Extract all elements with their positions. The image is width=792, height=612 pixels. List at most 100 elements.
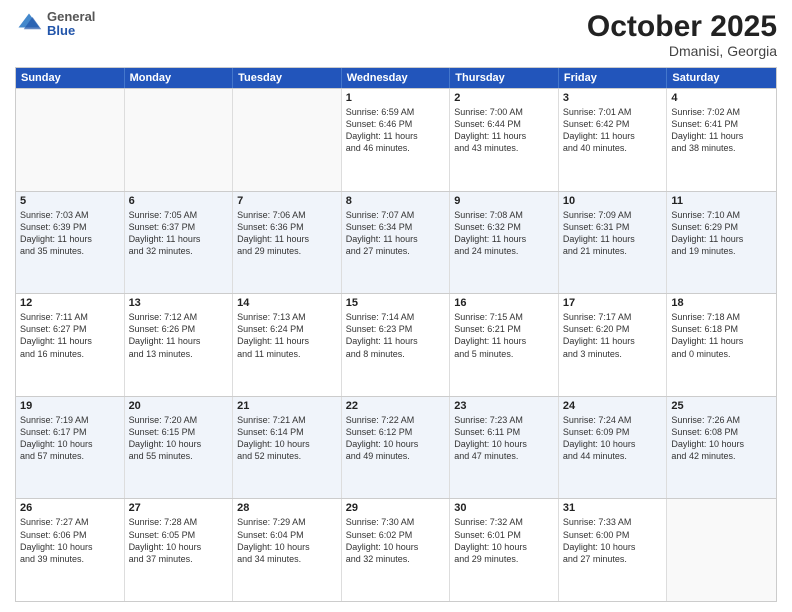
day-info: Sunrise: 7:23 AM Sunset: 6:11 PM Dayligh…	[454, 414, 554, 463]
day-number: 12	[20, 297, 120, 309]
calendar: SundayMondayTuesdayWednesdayThursdayFrid…	[15, 67, 777, 602]
logo: General Blue	[15, 10, 95, 39]
calendar-cell: 25 Sunrise: 7:26 AM Sunset: 6:08 PM Dayli…	[667, 397, 776, 499]
calendar-cell: 5 Sunrise: 7:03 AM Sunset: 6:39 PM Daylig…	[16, 192, 125, 294]
header-day-monday: Monday	[125, 68, 234, 88]
day-number: 25	[671, 400, 772, 412]
day-number: 2	[454, 92, 554, 104]
calendar-cell: 18 Sunrise: 7:18 AM Sunset: 6:18 PM Dayli…	[667, 294, 776, 396]
calendar-row-0: 1Sunrise: 6:59 AM Sunset: 6:46 PM Daylig…	[16, 88, 776, 191]
day-number: 27	[129, 502, 229, 514]
header-day-friday: Friday	[559, 68, 668, 88]
day-number: 31	[563, 502, 663, 514]
header-day-tuesday: Tuesday	[233, 68, 342, 88]
header-day-thursday: Thursday	[450, 68, 559, 88]
day-number: 15	[346, 297, 446, 309]
calendar-cell: 23 Sunrise: 7:23 AM Sunset: 6:11 PM Dayli…	[450, 397, 559, 499]
calendar-cell	[16, 89, 125, 191]
day-info: Sunrise: 7:03 AM Sunset: 6:39 PM Dayligh…	[20, 209, 120, 258]
day-info: Sunrise: 7:12 AM Sunset: 6:26 PM Dayligh…	[129, 311, 229, 360]
day-number: 6	[129, 195, 229, 207]
calendar-cell: 1Sunrise: 6:59 AM Sunset: 6:46 PM Daylig…	[342, 89, 451, 191]
logo-text: General Blue	[47, 10, 95, 39]
day-info: Sunrise: 7:27 AM Sunset: 6:06 PM Dayligh…	[20, 516, 120, 565]
day-number: 16	[454, 297, 554, 309]
day-number: 21	[237, 400, 337, 412]
day-info: Sunrise: 7:22 AM Sunset: 6:12 PM Dayligh…	[346, 414, 446, 463]
logo-general: General	[47, 10, 95, 24]
calendar-row-1: 5 Sunrise: 7:03 AM Sunset: 6:39 PM Daylig…	[16, 191, 776, 294]
location: Dmanisi, Georgia	[587, 43, 777, 59]
day-info: Sunrise: 7:20 AM Sunset: 6:15 PM Dayligh…	[129, 414, 229, 463]
calendar-cell: 28Sunrise: 7:29 AM Sunset: 6:04 PM Dayli…	[233, 499, 342, 601]
calendar-cell: 11Sunrise: 7:10 AM Sunset: 6:29 PM Dayli…	[667, 192, 776, 294]
calendar-header: SundayMondayTuesdayWednesdayThursdayFrid…	[16, 68, 776, 88]
calendar-row-4: 26 Sunrise: 7:27 AM Sunset: 6:06 PM Dayli…	[16, 498, 776, 601]
day-info: Sunrise: 7:14 AM Sunset: 6:23 PM Dayligh…	[346, 311, 446, 360]
calendar-cell: 21 Sunrise: 7:21 AM Sunset: 6:14 PM Dayli…	[233, 397, 342, 499]
day-number: 5	[20, 195, 120, 207]
day-number: 19	[20, 400, 120, 412]
day-number: 18	[671, 297, 772, 309]
day-number: 14	[237, 297, 337, 309]
day-info: Sunrise: 7:26 AM Sunset: 6:08 PM Dayligh…	[671, 414, 772, 463]
day-info: Sunrise: 7:33 AM Sunset: 6:00 PM Dayligh…	[563, 516, 663, 565]
day-info: Sunrise: 7:21 AM Sunset: 6:14 PM Dayligh…	[237, 414, 337, 463]
calendar-cell: 8 Sunrise: 7:07 AM Sunset: 6:34 PM Daylig…	[342, 192, 451, 294]
day-info: Sunrise: 7:02 AM Sunset: 6:41 PM Dayligh…	[671, 106, 772, 155]
day-number: 11	[671, 195, 772, 207]
day-number: 4	[671, 92, 772, 104]
page: General Blue October 2025 Dmanisi, Georg…	[0, 0, 792, 612]
calendar-cell: 14 Sunrise: 7:13 AM Sunset: 6:24 PM Dayli…	[233, 294, 342, 396]
day-number: 3	[563, 92, 663, 104]
day-info: Sunrise: 7:09 AM Sunset: 6:31 PM Dayligh…	[563, 209, 663, 258]
title-block: October 2025 Dmanisi, Georgia	[587, 10, 777, 59]
day-info: Sunrise: 7:15 AM Sunset: 6:21 PM Dayligh…	[454, 311, 554, 360]
calendar-cell	[667, 499, 776, 601]
calendar-cell: 13 Sunrise: 7:12 AM Sunset: 6:26 PM Dayli…	[125, 294, 234, 396]
calendar-cell	[125, 89, 234, 191]
month-title: October 2025	[587, 10, 777, 43]
day-info: Sunrise: 7:30 AM Sunset: 6:02 PM Dayligh…	[346, 516, 446, 565]
calendar-cell: 9Sunrise: 7:08 AM Sunset: 6:32 PM Daylig…	[450, 192, 559, 294]
calendar-cell: 31 Sunrise: 7:33 AM Sunset: 6:00 PM Dayli…	[559, 499, 668, 601]
calendar-cell: 20 Sunrise: 7:20 AM Sunset: 6:15 PM Dayli…	[125, 397, 234, 499]
day-number: 8	[346, 195, 446, 207]
day-number: 29	[346, 502, 446, 514]
day-info: Sunrise: 7:32 AM Sunset: 6:01 PM Dayligh…	[454, 516, 554, 565]
day-number: 22	[346, 400, 446, 412]
day-number: 24	[563, 400, 663, 412]
logo-icon	[15, 10, 43, 38]
calendar-cell: 6 Sunrise: 7:05 AM Sunset: 6:37 PM Daylig…	[125, 192, 234, 294]
day-info: Sunrise: 7:06 AM Sunset: 6:36 PM Dayligh…	[237, 209, 337, 258]
day-info: Sunrise: 7:18 AM Sunset: 6:18 PM Dayligh…	[671, 311, 772, 360]
day-number: 28	[237, 502, 337, 514]
day-info: Sunrise: 7:19 AM Sunset: 6:17 PM Dayligh…	[20, 414, 120, 463]
header-day-saturday: Saturday	[667, 68, 776, 88]
calendar-cell: 10Sunrise: 7:09 AM Sunset: 6:31 PM Dayli…	[559, 192, 668, 294]
calendar-cell: 19 Sunrise: 7:19 AM Sunset: 6:17 PM Dayli…	[16, 397, 125, 499]
calendar-body: 1Sunrise: 6:59 AM Sunset: 6:46 PM Daylig…	[16, 88, 776, 601]
day-number: 13	[129, 297, 229, 309]
calendar-cell: 26 Sunrise: 7:27 AM Sunset: 6:06 PM Dayli…	[16, 499, 125, 601]
day-info: Sunrise: 6:59 AM Sunset: 6:46 PM Dayligh…	[346, 106, 446, 155]
header-day-sunday: Sunday	[16, 68, 125, 88]
day-info: Sunrise: 7:01 AM Sunset: 6:42 PM Dayligh…	[563, 106, 663, 155]
calendar-cell: 12 Sunrise: 7:11 AM Sunset: 6:27 PM Dayli…	[16, 294, 125, 396]
calendar-cell: 3 Sunrise: 7:01 AM Sunset: 6:42 PM Daylig…	[559, 89, 668, 191]
day-number: 20	[129, 400, 229, 412]
day-info: Sunrise: 7:28 AM Sunset: 6:05 PM Dayligh…	[129, 516, 229, 565]
day-info: Sunrise: 7:11 AM Sunset: 6:27 PM Dayligh…	[20, 311, 120, 360]
day-number: 26	[20, 502, 120, 514]
day-number: 23	[454, 400, 554, 412]
header: General Blue October 2025 Dmanisi, Georg…	[15, 10, 777, 59]
day-info: Sunrise: 7:05 AM Sunset: 6:37 PM Dayligh…	[129, 209, 229, 258]
calendar-cell: 17Sunrise: 7:17 AM Sunset: 6:20 PM Dayli…	[559, 294, 668, 396]
day-info: Sunrise: 7:13 AM Sunset: 6:24 PM Dayligh…	[237, 311, 337, 360]
day-number: 17	[563, 297, 663, 309]
day-info: Sunrise: 7:07 AM Sunset: 6:34 PM Dayligh…	[346, 209, 446, 258]
calendar-cell: 2Sunrise: 7:00 AM Sunset: 6:44 PM Daylig…	[450, 89, 559, 191]
day-info: Sunrise: 7:08 AM Sunset: 6:32 PM Dayligh…	[454, 209, 554, 258]
calendar-cell: 4 Sunrise: 7:02 AM Sunset: 6:41 PM Daylig…	[667, 89, 776, 191]
calendar-row-2: 12 Sunrise: 7:11 AM Sunset: 6:27 PM Dayli…	[16, 293, 776, 396]
